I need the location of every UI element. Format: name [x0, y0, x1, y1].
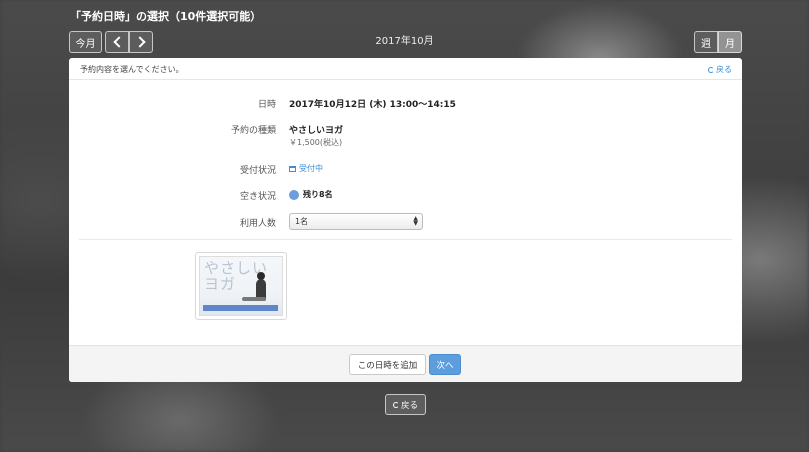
yoga-image-text-line2: ヨガ — [204, 275, 237, 293]
add-datetime-button[interactable]: この日時を追加 — [349, 354, 426, 375]
reload-icon — [708, 66, 714, 73]
availability-value: 残り8名 — [289, 189, 333, 200]
status-text: 受付中 — [299, 164, 323, 173]
week-view-button[interactable]: 週 — [694, 31, 718, 53]
panel-header: 予約内容を選んでください。 戻る — [69, 58, 742, 80]
select-arrows-icon: ▲ ▼ — [413, 215, 418, 227]
type-label: 予約の種類 — [230, 126, 276, 136]
back-link-label: 戻る — [716, 65, 732, 74]
people-label: 利用人数 — [239, 219, 276, 229]
availability-text: 残り8名 — [303, 190, 333, 199]
status-value: 受付中 — [289, 163, 323, 174]
current-month-label: 2017年10月 — [375, 36, 434, 47]
people-select-value: 1名 — [295, 217, 309, 226]
reservation-panel: 予約内容を選んでください。 戻る 日時 2017年10月12日 (木) 13:0… — [69, 58, 742, 382]
month-view-button[interactable]: 月 — [718, 31, 742, 53]
datetime-value: 2017年10月12日 (木) 13:00〜14:15 — [289, 100, 456, 110]
back-link[interactable]: 戻る — [708, 64, 732, 75]
bottom-back-label: 戻る — [400, 400, 418, 411]
yoga-thumbnail[interactable]: やさしい ヨガ — [195, 252, 287, 320]
datetime-label: 日時 — [257, 100, 276, 110]
reload-icon — [392, 401, 399, 408]
next-button[interactable]: 次へ — [429, 354, 461, 375]
availability-dot-icon — [289, 189, 299, 200]
price-value: ￥1,500(税込) — [289, 138, 343, 147]
people-select[interactable]: 1名 ▲ ▼ — [289, 213, 423, 230]
availability-label: 空き状況 — [239, 192, 276, 202]
page-title: 「予約日時」の選択（10件選択可能） — [70, 10, 262, 23]
person-leg-shape — [242, 297, 266, 301]
divider — [79, 239, 732, 240]
type-value: やさしいヨガ — [289, 126, 344, 136]
calendar-toolbar: 今月 2017年10月 週 月 — [0, 30, 809, 54]
instruction-text: 予約内容を選んでください。 — [80, 65, 184, 74]
panel-footer: この日時を追加 次へ — [69, 345, 742, 382]
calendar-icon — [289, 165, 296, 172]
status-label: 受付状況 — [239, 166, 276, 176]
yoga-mat-shape — [203, 305, 278, 311]
bottom-back-button[interactable]: 戻る — [385, 394, 426, 415]
yoga-image: やさしい ヨガ — [199, 256, 283, 316]
